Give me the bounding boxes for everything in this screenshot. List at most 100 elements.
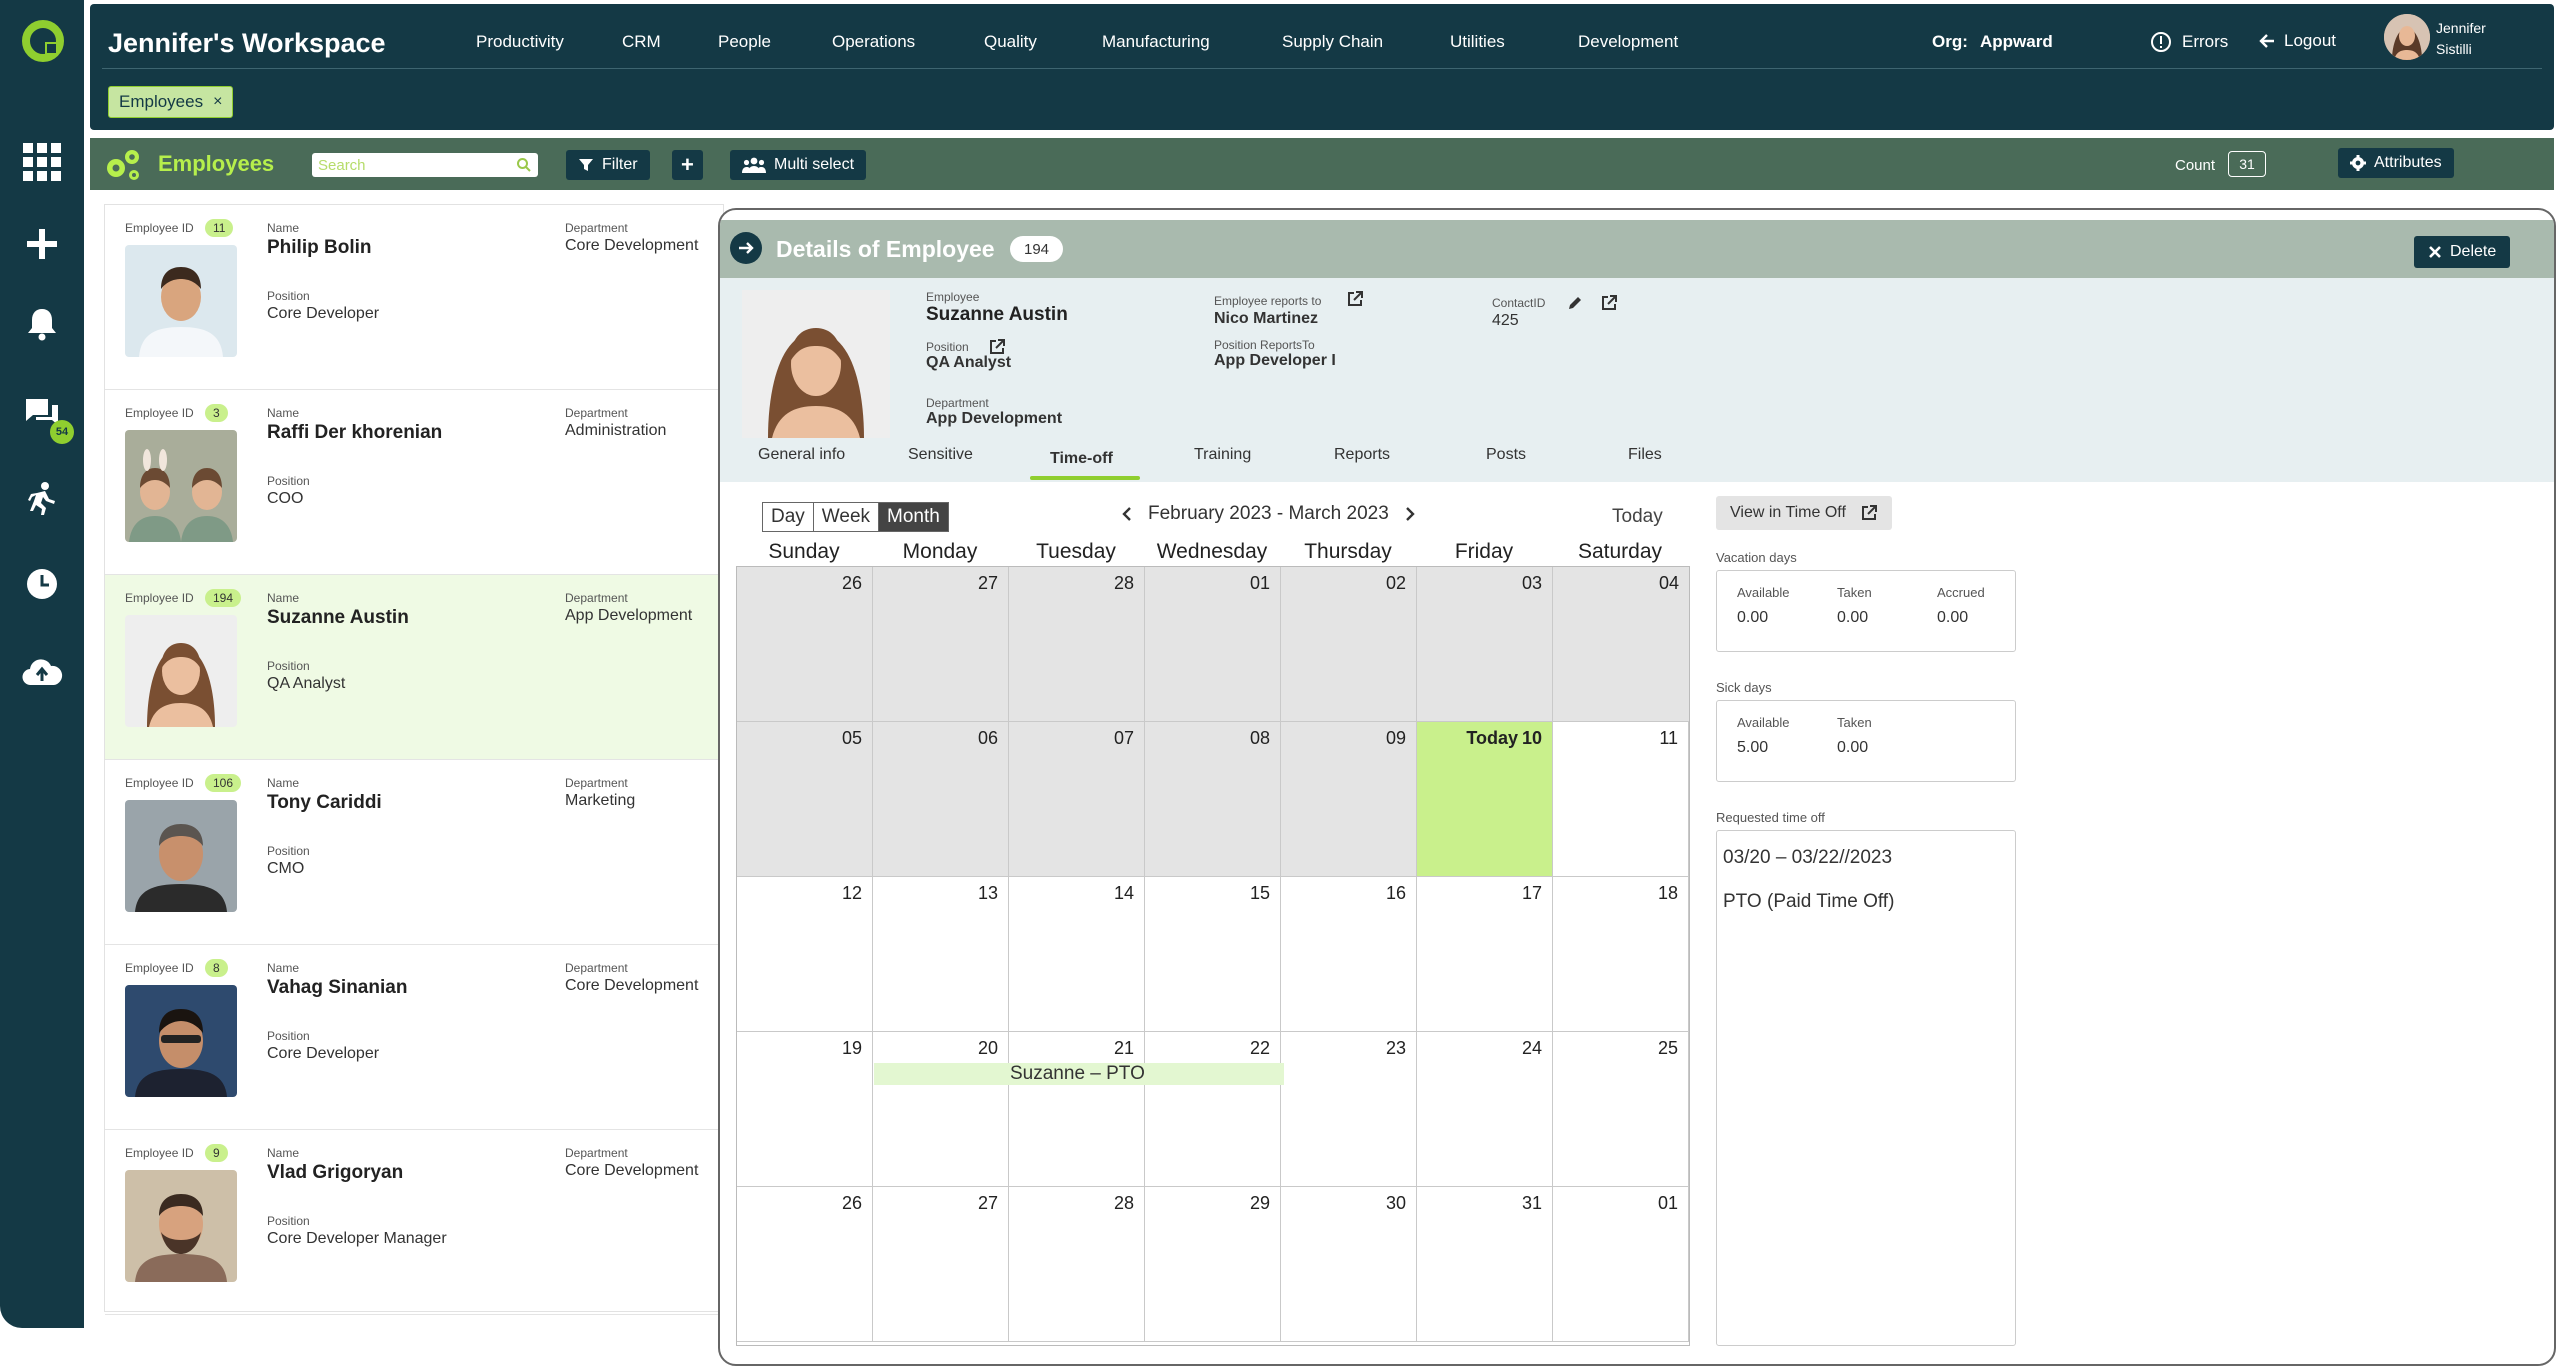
nav-manufacturing[interactable]: Manufacturing	[1102, 32, 1210, 52]
calendar-day-cell[interactable]: 19	[737, 1032, 873, 1187]
calendar-day-cell[interactable]: 01	[1553, 1187, 1689, 1342]
multi-select-button[interactable]: Multi select	[730, 150, 867, 180]
calendar-day-cell[interactable]: 15	[1145, 877, 1281, 1032]
calendar-day-cell[interactable]: 06	[873, 722, 1009, 877]
view-day-button[interactable]: Day	[763, 503, 814, 531]
user-name[interactable]: Jennifer Sistilli	[2436, 18, 2506, 60]
tab-general-info[interactable]: General info	[758, 446, 845, 464]
calendar-day-cell[interactable]: 03	[1417, 567, 1553, 722]
calendar-day-cell[interactable]: 28	[1009, 567, 1145, 722]
today-button[interactable]: Today	[1612, 506, 1663, 528]
open-tab-employees[interactable]: Employees ×	[108, 86, 234, 118]
search-input[interactable]	[312, 153, 502, 177]
calendar-day-cell[interactable]: 31	[1417, 1187, 1553, 1342]
calendar-day-cell[interactable]: 30	[1281, 1187, 1417, 1342]
bell-icon[interactable]	[20, 302, 64, 346]
attributes-button[interactable]: Attributes	[2338, 148, 2454, 178]
view-in-time-off-button[interactable]: View in Time Off	[1716, 496, 1892, 530]
add-icon[interactable]	[20, 222, 64, 266]
calendar-event[interactable]: Suzanne – PTO	[874, 1063, 1284, 1085]
nav-utilities[interactable]: Utilities	[1450, 32, 1505, 52]
calendar-day-cell[interactable]: 24	[1417, 1032, 1553, 1187]
add-button[interactable]: +	[672, 150, 703, 180]
day-number: 05	[841, 728, 862, 748]
calendar-day-cell[interactable]: 01	[1145, 567, 1281, 722]
external-link-icon[interactable]	[1600, 294, 1618, 312]
calendar-day-cell[interactable]: 22	[1145, 1032, 1281, 1187]
filter-button[interactable]: Filter	[566, 150, 650, 180]
cloud-upload-icon[interactable]	[20, 650, 64, 694]
errors-button[interactable]: Errors	[2150, 31, 2228, 53]
tab-posts[interactable]: Posts	[1486, 446, 1526, 464]
nav-supply-chain[interactable]: Supply Chain	[1282, 32, 1383, 52]
tab-time-off[interactable]: Time-off	[1050, 450, 1113, 468]
calendar-day-cell[interactable]: 26	[737, 1187, 873, 1342]
calendar-day-cell[interactable]: 02	[1281, 567, 1417, 722]
calendar-day-cell[interactable]: 05	[737, 722, 873, 877]
calendar-day-cell[interactable]: 07	[1009, 722, 1145, 877]
calendar-day-cell[interactable]: 27	[873, 1187, 1009, 1342]
tab-sensitive[interactable]: Sensitive	[908, 446, 973, 464]
name-label: Name	[267, 776, 300, 790]
calendar-day-cell[interactable]: 27	[873, 567, 1009, 722]
day-number: 01	[1249, 573, 1270, 593]
nav-people[interactable]: People	[718, 32, 771, 52]
calendar-day-cell[interactable]: 20	[873, 1032, 1009, 1187]
calendar-day-cell[interactable]: 17	[1417, 877, 1553, 1032]
chevron-right-icon[interactable]	[1403, 506, 1417, 522]
tab-reports[interactable]: Reports	[1334, 446, 1390, 464]
list-item[interactable]: Employee ID 8 Name Vahag Sinanian Depart…	[105, 945, 725, 1130]
calendar-day-cell[interactable]: 09	[1281, 722, 1417, 877]
search-icon[interactable]	[516, 157, 532, 173]
nav-operations[interactable]: Operations	[832, 32, 915, 52]
pencil-icon[interactable]	[1566, 294, 1584, 312]
calendar-day-cell[interactable]: 16	[1281, 877, 1417, 1032]
calendar-day-cell[interactable]: 04	[1553, 567, 1689, 722]
run-icon[interactable]	[20, 476, 64, 520]
tab-training[interactable]: Training	[1194, 446, 1251, 464]
view-month-button[interactable]: Month	[879, 503, 948, 531]
calendar-day-cell[interactable]: 13	[873, 877, 1009, 1032]
view-week-button[interactable]: Week	[814, 503, 880, 531]
collapse-arrow-icon[interactable]	[730, 232, 762, 264]
logo-icon[interactable]	[20, 18, 66, 64]
calendar-day-cell[interactable]: 18	[1553, 877, 1689, 1032]
delete-button[interactable]: Delete	[2414, 236, 2511, 268]
list-item[interactable]: Employee ID 9 Name Vlad Grigoryan Depart…	[105, 1130, 725, 1315]
apps-grid-icon[interactable]	[20, 140, 64, 184]
search-field[interactable]	[312, 153, 538, 177]
details-title: Details of Employee	[776, 236, 995, 262]
calendar-day-cell[interactable]: 11	[1553, 722, 1689, 877]
nav-quality[interactable]: Quality	[984, 32, 1037, 52]
avatar[interactable]	[2384, 14, 2430, 60]
calendar-day-cell[interactable]: 25	[1553, 1032, 1689, 1187]
nav-development[interactable]: Development	[1578, 32, 1678, 52]
calendar-day-cell[interactable]: 28	[1009, 1187, 1145, 1342]
org-value[interactable]: Appward	[1980, 32, 2053, 52]
calendar-day-cell[interactable]: 29	[1145, 1187, 1281, 1342]
chevron-left-icon[interactable]	[1120, 506, 1134, 522]
nav-productivity[interactable]: Productivity	[476, 32, 564, 52]
external-link-icon[interactable]	[1346, 290, 1364, 308]
calendar-day-cell[interactable]: Today 10	[1417, 722, 1553, 877]
list-item[interactable]: Employee ID 11 Name Philip Bolin Departm…	[105, 205, 725, 390]
calendar-day-cell[interactable]: 26	[737, 567, 873, 722]
clock-icon[interactable]	[20, 562, 64, 606]
employee-name: Tony Cariddi	[267, 792, 382, 813]
delete-label: Delete	[2450, 243, 2497, 260]
calendar-day-cell[interactable]: 12	[737, 877, 873, 1032]
sick-days-box: Available 5.00 Taken 0.00	[1716, 700, 2016, 782]
calendar-day-cell[interactable]: 21	[1009, 1032, 1145, 1187]
name-label: Name	[267, 406, 300, 420]
calendar-day-cell[interactable]: 14	[1009, 877, 1145, 1032]
list-item[interactable]: Employee ID 106 Name Tony Cariddi Depart…	[105, 760, 725, 945]
list-item[interactable]: Employee ID 3 Name Raffi Der khorenian D…	[105, 390, 725, 575]
nav-crm[interactable]: CRM	[622, 32, 661, 52]
list-item[interactable]: Employee ID 194 Name Suzanne Austin Depa…	[105, 575, 725, 760]
sick-days-label: Sick days	[1716, 680, 1772, 695]
calendar-day-cell[interactable]: 08	[1145, 722, 1281, 877]
close-icon[interactable]: ×	[213, 93, 222, 111]
calendar-day-cell[interactable]: 23	[1281, 1032, 1417, 1187]
tab-files[interactable]: Files	[1628, 446, 1662, 464]
logout-button[interactable]: Logout	[2258, 31, 2336, 51]
